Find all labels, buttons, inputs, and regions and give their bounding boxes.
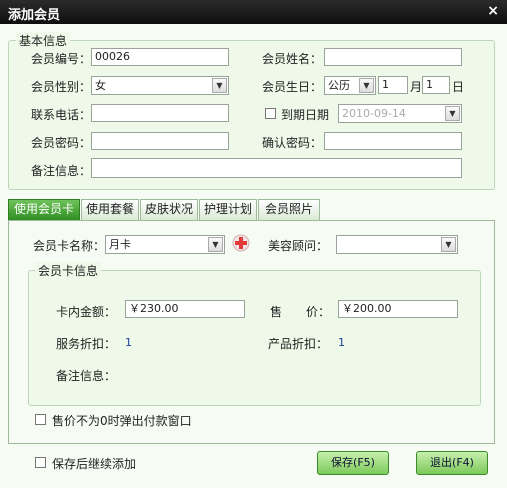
- member-no-label: 会员编号：: [31, 52, 92, 66]
- note-field[interactable]: [91, 158, 462, 178]
- service-discount-value: 1: [125, 336, 132, 349]
- close-icon[interactable]: ×: [487, 3, 499, 19]
- birth-month-field[interactable]: 1: [378, 76, 408, 94]
- consultant-select[interactable]: ▼: [336, 235, 458, 254]
- add-member-dialog: 添加会员 × 基本信息 会员编号： 00026 会员姓名： 会员性别： 女 ▼ …: [0, 0, 507, 488]
- service-discount-label: 服务折扣：: [56, 337, 117, 351]
- price-field[interactable]: ￥200.00: [338, 300, 458, 318]
- save-button[interactable]: 保存(F5): [317, 451, 389, 475]
- tab-member-card[interactable]: 使用会员卡: [8, 199, 80, 220]
- confirm-password-field[interactable]: [324, 132, 462, 150]
- member-name-label: 会员姓名：: [262, 52, 323, 66]
- phone-field[interactable]: [91, 104, 229, 122]
- popup-payment-label: 售价不为0时弹出付款窗口: [52, 414, 192, 428]
- expire-date-value: 2010-09-14: [342, 107, 406, 120]
- add-plus-icon[interactable]: [232, 234, 250, 252]
- card-note-label: 备注信息：: [56, 369, 117, 383]
- note-label: 备注信息：: [31, 164, 92, 178]
- calendar-type-value: 公历: [328, 79, 350, 92]
- basic-info-legend: 基本信息: [16, 32, 71, 49]
- chevron-down-icon[interactable]: ▼: [441, 237, 456, 252]
- tab-package[interactable]: 使用套餐: [81, 199, 139, 220]
- member-name-field[interactable]: [324, 48, 462, 66]
- password-field[interactable]: [91, 132, 229, 150]
- title-bar: 添加会员 ×: [0, 0, 507, 24]
- chevron-down-icon[interactable]: ▼: [212, 78, 227, 93]
- expire-date-select[interactable]: 2010-09-14 ▼: [338, 104, 462, 123]
- chevron-down-icon[interactable]: ▼: [445, 106, 460, 121]
- card-name-select[interactable]: 月卡 ▼: [105, 235, 225, 254]
- chevron-down-icon[interactable]: ▼: [208, 237, 223, 252]
- month-unit-label: 月: [410, 80, 423, 94]
- continue-add-checkbox[interactable]: [35, 457, 46, 468]
- calendar-type-select[interactable]: 公历 ▼: [324, 76, 376, 95]
- gender-select[interactable]: 女 ▼: [91, 76, 229, 95]
- tab-care-plan[interactable]: 护理计划: [199, 199, 257, 220]
- price-label: 售 价：: [270, 305, 331, 319]
- exit-button[interactable]: 退出(F4): [416, 451, 488, 475]
- confirm-password-label: 确认密码：: [262, 136, 323, 150]
- expire-checkbox[interactable]: [265, 108, 276, 119]
- window-title: 添加会员: [8, 8, 61, 23]
- balance-field[interactable]: ￥230.00: [125, 300, 245, 318]
- card-name-value: 月卡: [109, 238, 131, 251]
- member-no-field[interactable]: 00026: [91, 48, 229, 66]
- consultant-label: 美容顾问：: [268, 239, 329, 253]
- chevron-down-icon[interactable]: ▼: [359, 78, 374, 93]
- popup-payment-checkbox[interactable]: [35, 414, 46, 425]
- gender-label: 会员性别：: [31, 80, 92, 94]
- balance-label: 卡内金额：: [56, 305, 117, 319]
- phone-label: 联系电话：: [31, 108, 92, 122]
- birthday-label: 会员生日：: [262, 80, 323, 94]
- tab-member-photo[interactable]: 会员照片: [258, 199, 320, 220]
- tab-skin-status[interactable]: 皮肤状况: [140, 199, 198, 220]
- card-info-legend: 会员卡信息: [35, 262, 102, 279]
- day-unit-label: 日: [452, 80, 465, 94]
- card-name-label: 会员卡名称：: [33, 239, 106, 253]
- continue-add-label: 保存后继续添加: [52, 457, 137, 471]
- gender-value: 女: [95, 79, 106, 92]
- birth-day-field[interactable]: 1: [422, 76, 450, 94]
- product-discount-value: 1: [338, 336, 345, 349]
- product-discount-label: 产品折扣：: [268, 337, 329, 351]
- password-label: 会员密码：: [31, 136, 92, 150]
- expire-label: 到期日期: [281, 108, 330, 122]
